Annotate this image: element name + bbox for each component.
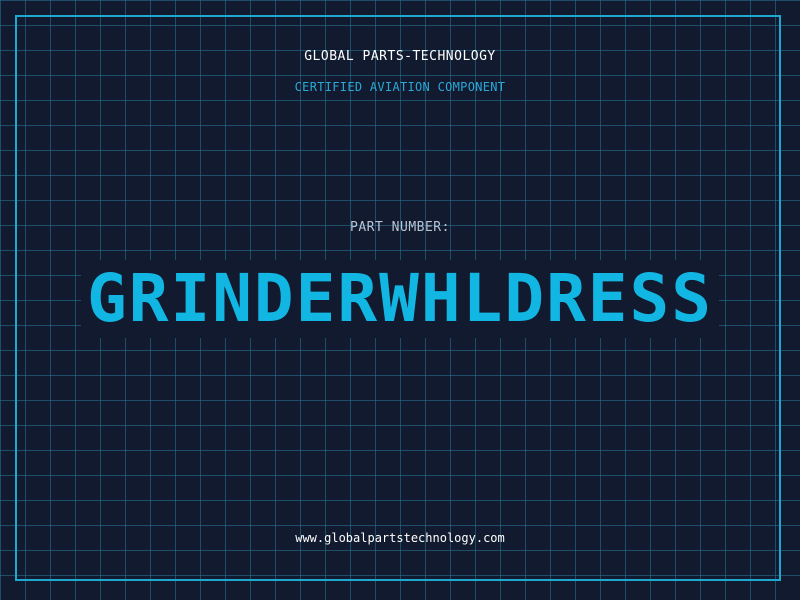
part-number-label: PART NUMBER: — [350, 220, 450, 235]
part-number-container: GRINDERWHLDRESS — [0, 260, 800, 338]
certification-subtitle: CERTIFIED AVIATION COMPONENT — [294, 80, 506, 94]
website-url: www.globalpartstechnology.com — [295, 531, 505, 545]
part-card: GLOBAL PARTS-TECHNOLOGY CERTIFIED AVIATI… — [0, 0, 800, 600]
company-name: GLOBAL PARTS-TECHNOLOGY — [304, 49, 496, 64]
part-number-value: GRINDERWHLDRESS — [80, 260, 720, 338]
